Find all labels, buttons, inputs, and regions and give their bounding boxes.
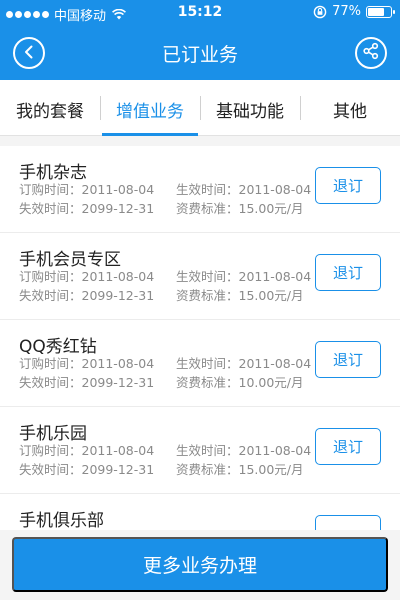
list-item: 手机杂志 订购时间：2011-08-04 生效时间：2011-08-04 失效时… [0, 146, 400, 233]
service-name: 手机俱乐部 [19, 511, 104, 530]
battery-percent: 77% [332, 4, 361, 19]
expire-time: 失效时间：2099-12-31 [19, 288, 155, 303]
battery-icon [366, 5, 395, 18]
list-item: 手机会员专区 订购时间：2011-08-04 生效时间：2011-08-04 失… [0, 233, 400, 320]
unsubscribe-button[interactable]: 退订 [315, 428, 381, 465]
share-button[interactable] [355, 37, 387, 69]
fee-standard: 资费标准：15.00元/月 [176, 462, 304, 477]
list-item: QQ秀红钻 订购时间：2011-08-04 生效时间：2011-08-04 失效… [0, 320, 400, 407]
tab-other[interactable]: 其他 [300, 80, 400, 135]
rotation-lock-icon [313, 5, 327, 19]
list-item: 手机俱乐部 [0, 494, 400, 530]
order-time: 订购时间：2011-08-04 [19, 356, 155, 371]
list-item: 手机乐园 订购时间：2011-08-04 生效时间：2011-08-04 失效时… [0, 407, 400, 494]
page-title: 已订业务 [161, 44, 238, 66]
unsubscribe-button[interactable]: 退订 [315, 167, 381, 204]
fee-standard: 资费标准：15.00元/月 [176, 201, 304, 216]
effective-time: 生效时间：2011-08-04 [176, 182, 312, 197]
more-services-button[interactable]: 更多业务办理 [12, 537, 388, 592]
unsubscribe-button[interactable] [315, 515, 381, 530]
expire-time: 失效时间：2099-12-31 [19, 201, 155, 216]
unsubscribe-button[interactable]: 退订 [315, 341, 381, 378]
unsubscribe-button[interactable]: 退订 [315, 254, 381, 291]
expire-time: 失效时间：2099-12-31 [19, 462, 155, 477]
effective-time: 生效时间：2011-08-04 [176, 356, 312, 371]
share-icon [362, 42, 380, 64]
nav-bar: 已订业务 [0, 26, 400, 80]
tab-value-added[interactable]: 增值业务 [100, 80, 200, 136]
expire-time: 失效时间：2099-12-31 [19, 375, 155, 390]
order-time: 订购时间：2011-08-04 [19, 182, 155, 197]
order-time: 订购时间：2011-08-04 [19, 443, 155, 458]
tab-basic-functions[interactable]: 基础功能 [200, 80, 300, 135]
category-tabs: 我的套餐 增值业务 基础功能 其他 [0, 80, 400, 136]
fee-standard: 资费标准：15.00元/月 [176, 288, 304, 303]
tab-my-package[interactable]: 我的套餐 [0, 80, 100, 135]
effective-time: 生效时间：2011-08-04 [176, 443, 312, 458]
effective-time: 生效时间：2011-08-04 [176, 269, 312, 284]
service-list[interactable]: 手机杂志 订购时间：2011-08-04 生效时间：2011-08-04 失效时… [0, 146, 400, 530]
status-bar: 中国移动 15:12 77% [0, 0, 400, 26]
bottom-bar: 更多业务办理 [0, 530, 400, 600]
status-right: 77% [313, 4, 395, 19]
order-time: 订购时间：2011-08-04 [19, 269, 155, 284]
fee-standard: 资费标准：10.00元/月 [176, 375, 304, 390]
